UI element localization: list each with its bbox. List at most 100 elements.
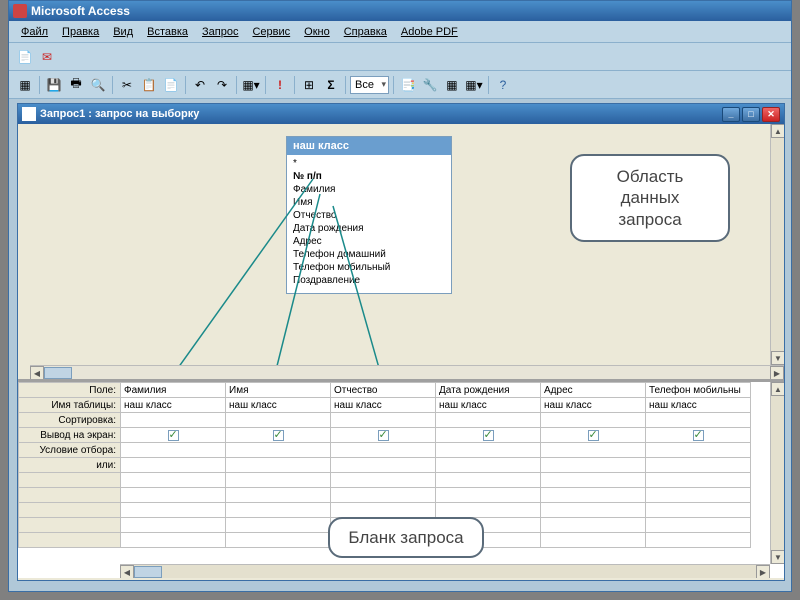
grid-cell[interactable] <box>331 488 436 503</box>
grid-cell[interactable] <box>436 413 541 428</box>
grid-cell[interactable] <box>121 413 226 428</box>
grid-cell[interactable]: наш класс <box>436 398 541 413</box>
lower-vscrollbar[interactable]: ▲ ▼ <box>770 382 784 564</box>
grid-cell[interactable] <box>121 533 226 548</box>
view-icon[interactable]: ▦ <box>15 75 35 95</box>
scroll-up-arrow[interactable]: ▲ <box>771 382 784 396</box>
grid-cell[interactable] <box>331 458 436 473</box>
grid-cell[interactable]: ✓ <box>541 428 646 443</box>
print-icon[interactable]: 🖶 <box>66 75 86 95</box>
close-button[interactable]: ✕ <box>762 107 780 122</box>
grid-cell[interactable]: ✓ <box>436 428 541 443</box>
grid-cell[interactable] <box>121 503 226 518</box>
grid-cell[interactable]: ✓ <box>331 428 436 443</box>
grid-cell[interactable] <box>226 503 331 518</box>
grid-cell[interactable]: наш класс <box>226 398 331 413</box>
grid-cell[interactable] <box>646 413 751 428</box>
menu-edit[interactable]: Правка <box>56 24 105 40</box>
grid-cell[interactable]: Телефон мобильны <box>646 383 751 398</box>
showtable-icon[interactable]: ⊞ <box>299 75 319 95</box>
grid-cell[interactable] <box>541 443 646 458</box>
upper-hscrollbar[interactable]: ◀ ▶ <box>30 365 784 379</box>
grid-cell[interactable] <box>646 488 751 503</box>
upper-vscrollbar[interactable]: ▲ ▼ <box>770 124 784 365</box>
scroll-left-arrow[interactable]: ◀ <box>120 565 134 578</box>
copy-icon[interactable]: 📋 <box>139 75 159 95</box>
menu-help[interactable]: Справка <box>338 24 393 40</box>
grid-cell[interactable] <box>226 518 331 533</box>
grid-cell[interactable] <box>646 458 751 473</box>
field-list[interactable]: наш класс * № п/п Фамилия Имя Отчество Д… <box>286 136 452 294</box>
newobj-icon[interactable]: ▦▾ <box>464 75 484 95</box>
menu-tools[interactable]: Сервис <box>246 24 296 40</box>
grid-cell[interactable] <box>436 443 541 458</box>
grid-cell[interactable] <box>121 488 226 503</box>
menu-query[interactable]: Запрос <box>196 24 244 40</box>
lower-hscrollbar[interactable]: ◀ ▶ <box>120 564 770 578</box>
scroll-up-arrow[interactable]: ▲ <box>771 124 784 138</box>
scroll-left-arrow[interactable]: ◀ <box>30 366 44 380</box>
cut-icon[interactable]: ✂ <box>117 75 137 95</box>
scroll-thumb[interactable] <box>134 566 162 578</box>
menu-insert[interactable]: Вставка <box>141 24 194 40</box>
build-icon[interactable]: 🔧 <box>420 75 440 95</box>
grid-cell[interactable] <box>436 473 541 488</box>
grid-cell[interactable] <box>541 503 646 518</box>
field-item[interactable]: Имя <box>291 196 447 209</box>
scroll-right-arrow[interactable]: ▶ <box>770 366 784 380</box>
grid-cell[interactable] <box>646 533 751 548</box>
grid-cell[interactable] <box>646 503 751 518</box>
undo-icon[interactable]: ↶ <box>190 75 210 95</box>
topvalues-combo[interactable]: Все <box>350 76 389 94</box>
grid-cell[interactable] <box>226 443 331 458</box>
grid-cell[interactable] <box>331 413 436 428</box>
field-item[interactable]: Телефон мобильный <box>291 261 447 274</box>
menu-view[interactable]: Вид <box>107 24 139 40</box>
grid-cell[interactable] <box>436 503 541 518</box>
menu-file[interactable]: Файл <box>15 24 54 40</box>
grid-cell[interactable] <box>226 458 331 473</box>
grid-cell[interactable]: Дата рождения <box>436 383 541 398</box>
grid-cell[interactable] <box>436 488 541 503</box>
grid-cell[interactable]: Имя <box>226 383 331 398</box>
scroll-thumb[interactable] <box>44 367 72 379</box>
field-item[interactable]: Отчество <box>291 209 447 222</box>
field-item[interactable]: Адрес <box>291 235 447 248</box>
grid-cell[interactable] <box>121 458 226 473</box>
grid-cell[interactable]: наш класс <box>541 398 646 413</box>
redo-icon[interactable]: ↷ <box>212 75 232 95</box>
grid-cell[interactable] <box>541 473 646 488</box>
grid-cell[interactable] <box>541 488 646 503</box>
grid-cell[interactable] <box>541 533 646 548</box>
grid-cell[interactable] <box>541 413 646 428</box>
grid-cell[interactable]: ✓ <box>646 428 751 443</box>
field-item[interactable]: * <box>291 157 447 170</box>
grid-cell[interactable]: наш класс <box>121 398 226 413</box>
grid-cell[interactable]: Адрес <box>541 383 646 398</box>
menu-adobepdf[interactable]: Adobe PDF <box>395 24 464 40</box>
dbwindow-icon[interactable]: ▦ <box>442 75 462 95</box>
table-pane[interactable]: наш класс * № п/п Фамилия Имя Отчество Д… <box>18 124 784 382</box>
minimize-button[interactable]: _ <box>722 107 740 122</box>
field-item[interactable]: Телефон домашний <box>291 248 447 261</box>
grid-cell[interactable]: Фамилия <box>121 383 226 398</box>
scroll-right-arrow[interactable]: ▶ <box>756 565 770 578</box>
grid-cell[interactable] <box>226 413 331 428</box>
run-icon[interactable]: ! <box>270 75 290 95</box>
pdf-mail-icon[interactable]: ✉ <box>37 47 57 67</box>
querytype-icon[interactable]: ▦▾ <box>241 75 261 95</box>
grid-cell[interactable]: Отчество <box>331 383 436 398</box>
grid-cell[interactable] <box>541 458 646 473</box>
grid-cell[interactable] <box>121 473 226 488</box>
grid-cell[interactable] <box>226 473 331 488</box>
grid-cell[interactable] <box>646 473 751 488</box>
totals-icon[interactable]: Σ <box>321 75 341 95</box>
paste-icon[interactable]: 📄 <box>161 75 181 95</box>
grid-cell[interactable] <box>226 533 331 548</box>
grid-cell[interactable] <box>226 488 331 503</box>
grid-cell[interactable] <box>541 518 646 533</box>
grid-cell[interactable]: ✓ <box>121 428 226 443</box>
grid-cell[interactable] <box>331 473 436 488</box>
grid-cell[interactable] <box>331 503 436 518</box>
grid-cell[interactable] <box>436 458 541 473</box>
